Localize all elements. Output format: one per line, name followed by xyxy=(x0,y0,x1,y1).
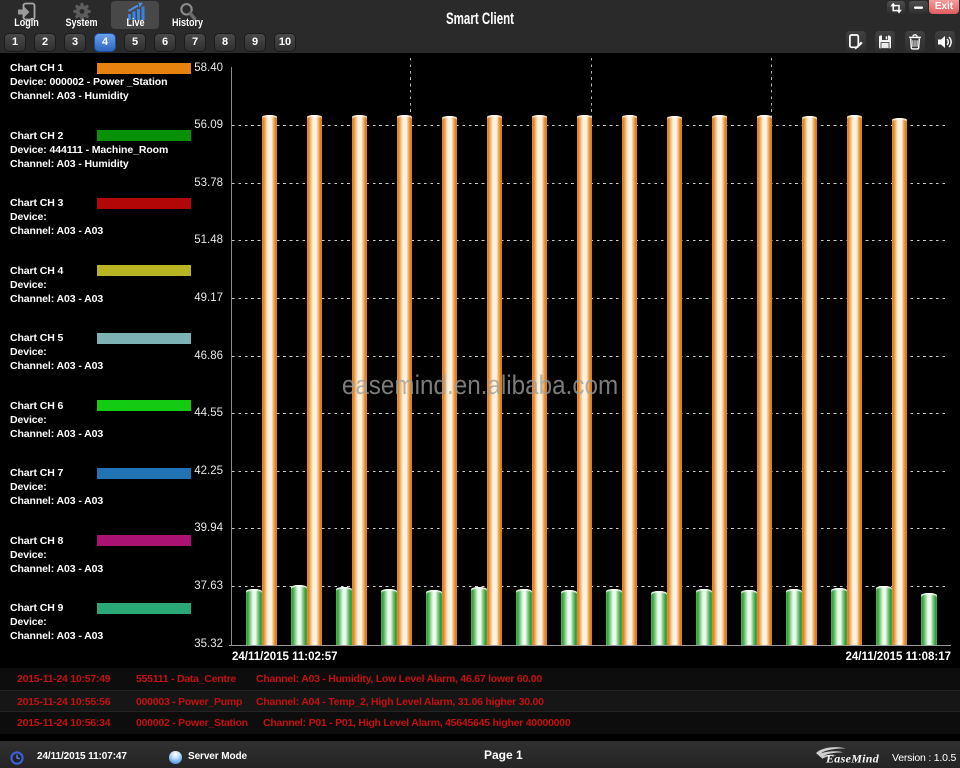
svg-text:EaseMind: EaseMind xyxy=(825,752,880,766)
